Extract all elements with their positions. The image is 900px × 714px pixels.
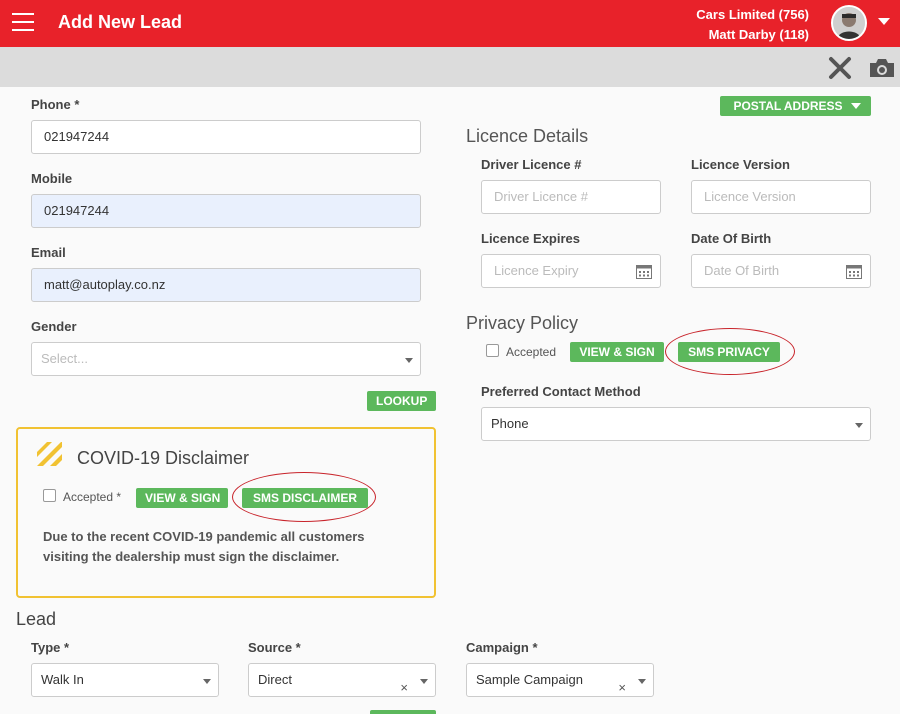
clear-icon[interactable]: × (618, 672, 626, 704)
close-icon[interactable] (827, 55, 853, 81)
licence-version-input[interactable]: Licence Version (691, 180, 871, 214)
campaign-dropdown-arrow-icon (638, 679, 646, 684)
privacy-policy-title: Privacy Policy (466, 313, 579, 333)
clear-icon[interactable]: × (400, 672, 408, 704)
contact-method-select[interactable]: Phone (481, 407, 871, 441)
licence-expiry-input[interactable]: Licence Expiry (481, 254, 661, 288)
mobile-label: Mobile (31, 171, 73, 186)
source-value: Direct (258, 672, 292, 687)
avatar-photo-icon (833, 7, 865, 39)
gender-placeholder: Select... (41, 351, 88, 366)
type-value: Walk In (41, 672, 84, 687)
email-label: Email (31, 245, 66, 260)
camera-icon[interactable] (868, 56, 896, 80)
calendar-icon[interactable] (846, 264, 862, 279)
mobile-value: 021947244 (44, 203, 110, 218)
highlight-ellipse (232, 472, 376, 522)
phone-input[interactable]: 021947244 (31, 120, 421, 154)
privacy-accepted-label: Accepted (506, 345, 557, 359)
lookup-button[interactable]: LOOKUP (367, 391, 437, 411)
campaign-value: Sample Campaign (476, 672, 583, 687)
page-title: Add New Lead (58, 12, 183, 32)
mobile-input[interactable]: 021947244 (31, 194, 421, 228)
gender-select[interactable]: Select... (31, 342, 421, 376)
contact-method-value: Phone (491, 416, 529, 431)
postal-chevron-down-icon (851, 103, 861, 109)
licence-version-label: Licence Version (691, 157, 790, 172)
privacy-view-sign-button[interactable]: VIEW & SIGN (570, 342, 664, 362)
postal-address-button[interactable]: POSTAL ADDRESS (720, 96, 871, 116)
partial-button-edge[interactable] (370, 710, 436, 714)
privacy-accepted-checkbox[interactable] (486, 344, 499, 357)
gender-label: Gender (31, 319, 77, 334)
licence-expiry-placeholder: Licence Expiry (494, 263, 579, 278)
calendar-icon[interactable] (636, 264, 652, 279)
user-name: Matt Darby (118) (708, 27, 809, 42)
postal-address-label: POSTAL ADDRESS (733, 99, 843, 113)
covid-disclaimer-text: Due to the recent COVID-19 pandemic all … (43, 529, 365, 564)
campaign-select[interactable]: Sample Campaign × (466, 663, 654, 697)
type-select[interactable]: Walk In (31, 663, 219, 697)
licence-version-placeholder: Licence Version (704, 189, 796, 204)
account-info[interactable]: Cars Limited (756) Matt Darby (118) (696, 5, 809, 45)
highlight-ellipse (665, 328, 795, 375)
driver-licence-input[interactable]: Driver Licence # (481, 180, 661, 214)
avatar[interactable] (831, 5, 867, 41)
company-name: Cars Limited (756) (696, 7, 809, 22)
hazard-stripes-icon (37, 442, 62, 466)
top-bar: Add New Lead Cars Limited (756) Matt Dar… (0, 0, 900, 47)
email-input[interactable]: matt@autoplay.co.nz (31, 268, 421, 302)
contact-method-dropdown-arrow-icon (855, 423, 863, 428)
dob-input[interactable]: Date Of Birth (691, 254, 871, 288)
dob-label: Date Of Birth (691, 231, 772, 246)
lead-section-title: Lead (16, 609, 57, 629)
licence-expires-label: Licence Expires (481, 231, 580, 246)
source-select[interactable]: Direct × (248, 663, 436, 697)
covid-disclaimer-title: COVID-19 Disclaimer (77, 448, 250, 468)
email-value: matt@autoplay.co.nz (44, 277, 166, 292)
driver-licence-placeholder: Driver Licence # (494, 189, 588, 204)
phone-label: Phone * (31, 97, 80, 112)
toolbar (0, 47, 900, 87)
type-label: Type * (31, 640, 70, 655)
phone-value: 021947244 (44, 129, 110, 144)
driver-licence-label: Driver Licence # (481, 157, 582, 172)
covid-accepted-checkbox[interactable] (43, 489, 56, 502)
hamburger-icon[interactable] (12, 13, 34, 31)
campaign-label: Campaign * (466, 640, 538, 655)
licence-details-title: Licence Details (466, 126, 589, 146)
source-dropdown-arrow-icon (420, 679, 428, 684)
type-dropdown-arrow-icon (203, 679, 211, 684)
gender-dropdown-arrow-icon (405, 358, 413, 363)
contact-method-label: Preferred Contact Method (481, 384, 641, 399)
dob-placeholder: Date Of Birth (704, 263, 780, 278)
covid-accepted-label: Accepted * (63, 490, 122, 504)
source-label: Source * (248, 640, 301, 655)
covid-view-sign-button[interactable]: VIEW & SIGN (136, 488, 228, 508)
account-menu-chevron-down-icon[interactable] (878, 18, 890, 25)
